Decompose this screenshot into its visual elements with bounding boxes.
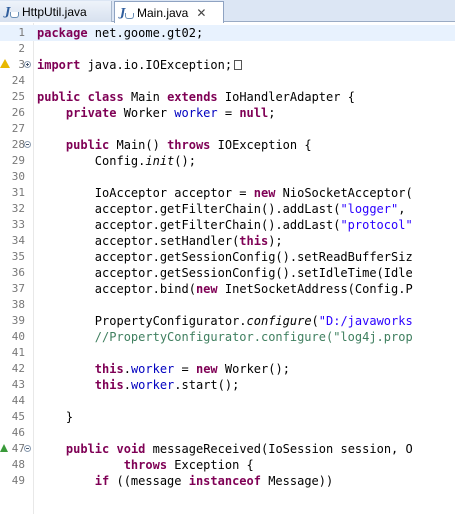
code-line[interactable]: 46: [0, 425, 455, 441]
line-number: 32: [11, 202, 25, 215]
code-line[interactable]: 1 package net.goome.gt02;: [0, 25, 455, 41]
editor-tab-bar: J HttpUtil.java J Main.java ✕: [0, 0, 455, 23]
line-number: 35: [11, 250, 25, 263]
line-number: 42: [11, 362, 25, 375]
code-line[interactable]: 34 acceptor.setHandler(this);: [0, 233, 455, 249]
code-line[interactable]: 43 this.worker.start();: [0, 377, 455, 393]
line-number: 41: [11, 346, 25, 359]
code-text: package net.goome.gt02;: [37, 26, 204, 40]
code-text: acceptor.getFilterChain().addLast("proto…: [37, 218, 413, 232]
line-number: 45: [11, 410, 25, 423]
code-text: acceptor.getSessionConfig().setIdleTime(…: [37, 266, 413, 280]
code-line[interactable]: 41: [0, 345, 455, 361]
line-number: 1: [18, 26, 25, 39]
line-number: 43: [11, 378, 25, 391]
code-editor[interactable]: 1 package net.goome.gt02; 2 3 import java.io…: [0, 23, 455, 514]
java-file-icon: J: [4, 5, 19, 19]
line-number: 49: [11, 474, 25, 487]
code-line[interactable]: 3 import java.io.IOException;: [0, 57, 455, 73]
code-text: acceptor.getSessionConfig().setReadBuffe…: [37, 250, 413, 264]
line-number: 40: [11, 330, 25, 343]
code-text: Config.init();: [37, 154, 196, 168]
code-line[interactable]: 30: [0, 169, 455, 185]
line-number: 48: [11, 458, 25, 471]
code-text: public class Main extends IoHandlerAdapt…: [37, 90, 355, 104]
code-text: acceptor.getFilterChain().addLast("logge…: [37, 202, 413, 216]
code-text: throws Exception {: [123, 458, 254, 472]
code-line[interactable]: 35 acceptor.getSessionConfig().setReadBu…: [0, 249, 455, 265]
line-number: 24: [11, 74, 25, 87]
code-text: acceptor.setHandler(this);: [37, 234, 283, 248]
expand-fold-icon[interactable]: [24, 61, 31, 68]
tab-main[interactable]: J Main.java ✕: [114, 1, 224, 23]
code-text: public void messageReceived(IoSession se…: [65, 442, 413, 456]
code-line[interactable]: 36 acceptor.getSessionConfig().setIdleTi…: [0, 265, 455, 281]
tab-label: Main.java: [137, 5, 189, 20]
code-line[interactable]: 24: [0, 73, 455, 89]
code-text: acceptor.bind(new InetSocketAddress(Conf…: [37, 282, 413, 296]
line-number: 39: [11, 314, 25, 327]
line-number: 38: [11, 298, 25, 311]
line-number: 31: [11, 186, 25, 199]
line-number: 28: [11, 138, 25, 151]
code-line[interactable]: 25 public class Main extends IoHandlerAda…: [0, 89, 455, 105]
warning-marker-icon[interactable]: [0, 59, 10, 68]
line-number: 26: [11, 106, 25, 119]
code-text: private Worker worker = null;: [65, 106, 276, 120]
code-line[interactable]: 27: [0, 121, 455, 137]
code-line[interactable]: 33 acceptor.getFilterChain().addLast("pr…: [0, 217, 455, 233]
line-number: 30: [11, 170, 25, 183]
line-number: 44: [11, 394, 25, 407]
code-text: this.worker = new Worker();: [94, 362, 290, 376]
close-icon[interactable]: ✕: [196, 6, 206, 20]
code-line[interactable]: 29 Config.init();: [0, 153, 455, 169]
code-line[interactable]: 39 PropertyConfigurator.configure("D:/ja…: [0, 313, 455, 329]
line-number: 29: [11, 154, 25, 167]
code-line[interactable]: 26 private Worker worker = null;: [0, 105, 455, 121]
code-text: public Main() throws IOException {: [65, 138, 312, 152]
code-line[interactable]: 42 this.worker = new Worker();: [0, 361, 455, 377]
collapse-fold-icon[interactable]: [24, 445, 31, 452]
code-line[interactable]: 37 acceptor.bind(new InetSocketAddress(C…: [0, 281, 455, 297]
line-number: 46: [11, 426, 25, 439]
code-text: }: [37, 410, 74, 424]
code-line[interactable]: 48 throws Exception {: [0, 457, 455, 473]
code-line[interactable]: 44: [0, 393, 455, 409]
code-text: IoAcceptor acceptor = new NioSocketAccep…: [37, 186, 413, 200]
code-text: if ((message instanceof Message)): [94, 474, 334, 488]
code-text: PropertyConfigurator.configure("D:/javaw…: [37, 314, 413, 328]
collapse-fold-icon[interactable]: [24, 141, 31, 148]
line-number: 2: [18, 42, 25, 55]
line-number: 33: [11, 218, 25, 231]
code-text: this.worker.start();: [94, 378, 240, 392]
code-line[interactable]: 47 public void messageReceived(IoSession…: [0, 441, 455, 457]
code-line[interactable]: 2: [0, 41, 455, 57]
tab-label: HttpUtil.java: [22, 4, 87, 19]
tab-httputil[interactable]: J HttpUtil.java: [0, 1, 112, 22]
override-marker-icon[interactable]: [0, 444, 8, 452]
code-line[interactable]: 49 if ((message instanceof Message)): [0, 473, 455, 489]
code-line[interactable]: 40 //PropertyConfigurator.configure("log…: [0, 329, 455, 345]
code-text: //PropertyConfigurator.configure("log4j.…: [94, 330, 413, 344]
line-number: 25: [11, 90, 25, 103]
code-line[interactable]: 45 }: [0, 409, 455, 425]
line-number: 34: [11, 234, 25, 247]
code-text: import java.io.IOException;: [37, 57, 243, 73]
code-line[interactable]: 28 public Main() throws IOException {: [0, 137, 455, 153]
code-line[interactable]: 32 acceptor.getFilterChain().addLast("lo…: [0, 201, 455, 217]
line-number: 27: [11, 122, 25, 135]
code-line[interactable]: 38: [0, 297, 455, 313]
folded-imports-icon[interactable]: [234, 60, 243, 70]
code-line[interactable]: 31 IoAcceptor acceptor = new NioSocketAc…: [0, 185, 455, 201]
line-number: 36: [11, 266, 25, 279]
java-file-icon: J: [119, 6, 134, 20]
line-number: 37: [11, 282, 25, 295]
